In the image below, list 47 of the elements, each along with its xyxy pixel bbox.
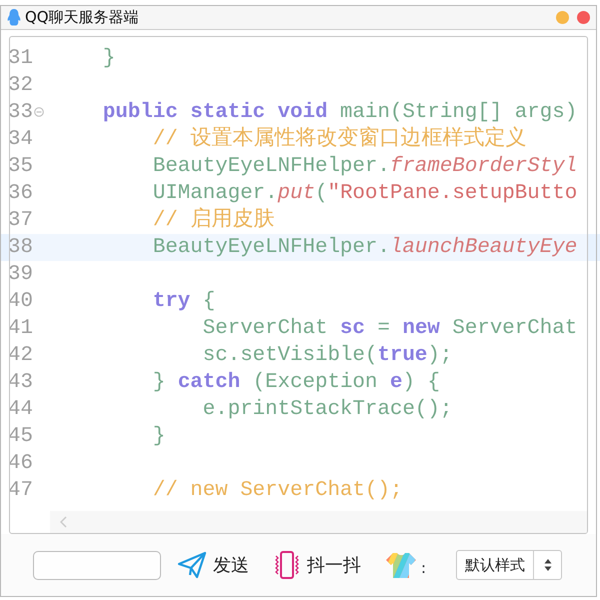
code-line: ServerChat sc = new ServerChat [202,316,578,342]
line-number: 44 [8,398,33,421]
style-select[interactable]: 默认样式 [456,550,562,580]
line-number: 34 [8,128,33,151]
line-number: 45 [8,425,33,448]
code-line: // 启用皮肤 [152,207,274,234]
line-number: 36 [8,182,33,205]
minimize-button[interactable] [556,11,569,24]
line-number: 43 [8,371,33,394]
message-area[interactable] [9,36,588,534]
send-button[interactable]: 发送 [177,551,249,579]
code-line: } catch (Exception e) { [152,370,440,396]
line-number: 42 [8,344,33,367]
scroll-left-icon[interactable] [60,516,68,528]
line-number: 46 [8,452,33,475]
paper-plane-icon [177,551,207,579]
theme-label: : [421,558,426,578]
message-field[interactable] [33,550,161,580]
code-line: } [102,46,116,72]
vibrating-phone-icon [273,550,301,580]
line-number: 37 [8,209,33,232]
line-number: 35 [8,155,33,178]
fold-icon[interactable] [34,107,44,117]
line-number: 32 [8,74,33,97]
line-number: 47 [8,479,33,502]
code-line: public static void main(String[] args) [102,100,578,126]
code-line: e.printStackTrace(); [202,397,452,423]
horizontal-scrollbar[interactable] [50,511,587,533]
line-number: 39 [8,263,33,286]
penguin-icon [7,9,21,26]
shake-button[interactable]: 抖一抖 [273,550,361,580]
code-line: sc.setVisible(true); [202,343,452,369]
code-line: try { [152,289,216,315]
code-line: } [152,424,166,450]
line-number: 40 [8,290,33,313]
updown-icon [544,558,552,572]
code-line: BeautyEyeLNFHelper.frameBorderStyl [152,154,578,180]
code-line: UIManager.put("RootPane.setupButto [152,181,578,207]
code-line: // 设置本属性将改变窗口边框样式定义 [152,126,526,153]
line-number: 38 [8,236,33,259]
window-title: QQ聊天服务器端 [25,7,139,28]
close-button[interactable] [577,11,590,24]
line-number: 41 [8,317,33,340]
code-line: BeautyEyeLNFHelper.launchBeautyEye [152,235,578,261]
line-number: 33 [8,101,33,124]
code-line: // new ServerChat(); [152,478,402,504]
line-number: 31 [8,47,33,70]
